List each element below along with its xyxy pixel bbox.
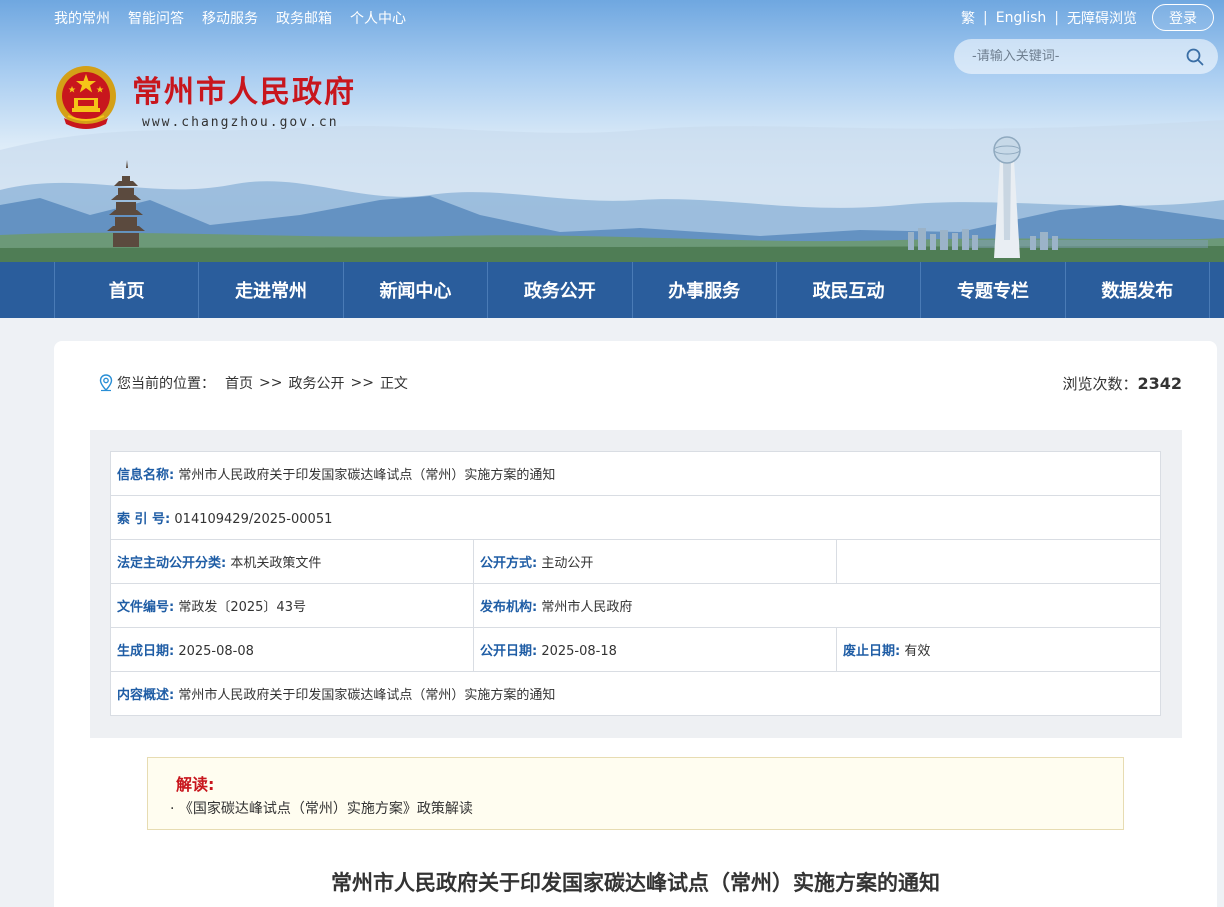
separator: | bbox=[1054, 10, 1059, 26]
accessible-browsing-link[interactable]: 无障碍浏览 bbox=[1067, 8, 1137, 28]
info-summary-value: 常州市人民政府关于印发国家碳达峰试点（常州）实施方案的通知 bbox=[178, 688, 556, 703]
top-link-personal-center[interactable]: 个人中心 bbox=[350, 8, 406, 28]
search-icon[interactable] bbox=[1186, 48, 1204, 66]
top-link-mobile-service[interactable]: 移动服务 bbox=[202, 8, 258, 28]
info-expiry-label: 废止日期: bbox=[843, 644, 901, 659]
info-index-label: 索 引 号: bbox=[117, 512, 171, 527]
nav-item-gov-affairs[interactable]: 政务公开 bbox=[487, 262, 631, 318]
info-doc-no-value: 常政发〔2025〕43号 bbox=[178, 600, 306, 615]
info-created-label: 生成日期: bbox=[117, 644, 175, 659]
info-doc-no-label: 文件编号: bbox=[117, 600, 175, 615]
interpretation-link[interactable]: · 《国家碳达峰试点（常州）实施方案》政策解读 bbox=[170, 798, 473, 818]
breadcrumb-separator: >> bbox=[259, 375, 283, 391]
interpretation-title: 解读: bbox=[176, 775, 215, 794]
breadcrumb-gov-affairs[interactable]: 政务公开 bbox=[288, 373, 344, 393]
table-row: 信息名称: 常州市人民政府关于印发国家碳达峰试点（常州）实施方案的通知 bbox=[110, 451, 1161, 496]
nav-item-about-changzhou[interactable]: 走进常州 bbox=[198, 262, 342, 318]
info-open-mode-label: 公开方式: bbox=[480, 556, 538, 571]
search-box bbox=[954, 39, 1218, 74]
info-published-label: 公开日期: bbox=[480, 644, 538, 659]
table-row: 法定主动公开分类: 本机关政策文件 公开方式: 主动公开 bbox=[110, 539, 1161, 584]
nav-item-interaction[interactable]: 政民互动 bbox=[775, 262, 920, 318]
info-published-value: 2025-08-18 bbox=[541, 644, 617, 659]
top-link-gov-mailbox[interactable]: 政务邮箱 bbox=[276, 8, 332, 28]
interpretation-box: 解读: · 《国家碳达峰试点（常州）实施方案》政策解读 bbox=[147, 757, 1124, 830]
breadcrumb-home[interactable]: 首页 bbox=[225, 373, 253, 393]
table-row: 内容概述: 常州市人民政府关于印发国家碳达峰试点（常州）实施方案的通知 bbox=[110, 671, 1161, 716]
info-category-label: 法定主动公开分类: bbox=[117, 556, 227, 571]
traditional-chinese-link[interactable]: 繁 bbox=[961, 8, 975, 28]
info-created-value: 2025-08-08 bbox=[178, 644, 254, 659]
login-button[interactable]: 登录 bbox=[1152, 4, 1214, 31]
site-header: 我的常州 智能问答 移动服务 政务邮箱 个人中心 繁 | English | 无… bbox=[0, 0, 1224, 262]
info-category-value: 本机关政策文件 bbox=[230, 556, 322, 571]
site-logo[interactable]: 常州市人民政府 www.changzhou.gov.cn bbox=[54, 64, 356, 132]
breadcrumb: 您当前的位置： 首页 >> 政务公开 >> 正文 bbox=[98, 373, 408, 393]
info-index-value: 014109429/2025-00051 bbox=[174, 512, 333, 527]
document-info-box: 信息名称: 常州市人民政府关于印发国家碳达峰试点（常州）实施方案的通知 索 引 … bbox=[90, 430, 1182, 738]
separator: | bbox=[983, 10, 988, 26]
content-panel: 您当前的位置： 首页 >> 政务公开 >> 正文 浏览次数：2342 信息名称:… bbox=[54, 341, 1217, 907]
top-right-links: 繁 | English | 无障碍浏览 bbox=[961, 8, 1137, 28]
nav-item-home[interactable]: 首页 bbox=[54, 262, 198, 318]
national-emblem-icon bbox=[56, 66, 116, 129]
table-row: 文件编号: 常政发〔2025〕43号 发布机构: 常州市人民政府 bbox=[110, 583, 1161, 628]
top-link-smart-qa[interactable]: 智能问答 bbox=[128, 8, 184, 28]
table-row: 生成日期: 2025-08-08 公开日期: 2025-08-18 废止日期: … bbox=[110, 627, 1161, 672]
site-domain: www.changzhou.gov.cn bbox=[142, 114, 339, 130]
location-pin-icon bbox=[99, 374, 113, 392]
english-link[interactable]: English bbox=[996, 10, 1047, 26]
document-title: 常州市人民政府关于印发国家碳达峰试点（常州）实施方案的通知 bbox=[331, 870, 940, 895]
view-count-label: 浏览次数： bbox=[1062, 375, 1138, 393]
info-expiry-value: 有效 bbox=[904, 644, 931, 659]
site-name: 常州市人民政府 bbox=[132, 74, 356, 110]
info-summary-label: 内容概述: bbox=[117, 688, 175, 703]
nav-item-special-topics[interactable]: 专题专栏 bbox=[920, 262, 1064, 318]
info-name-label: 信息名称: bbox=[117, 468, 175, 483]
breadcrumb-prefix: 您当前的位置： bbox=[117, 376, 215, 392]
search-input[interactable] bbox=[972, 49, 1172, 64]
nav-item-news-center[interactable]: 新闻中心 bbox=[342, 262, 487, 318]
main-nav: 首页 走进常州 新闻中心 政务公开 办事服务 政民互动 专题专栏 数据发布 bbox=[0, 262, 1224, 318]
top-link-my-changzhou[interactable]: 我的常州 bbox=[54, 8, 110, 28]
view-count: 浏览次数：2342 bbox=[1062, 373, 1182, 394]
nav-item-services[interactable]: 办事服务 bbox=[631, 262, 776, 318]
table-row: 索 引 号: 014109429/2025-00051 bbox=[110, 495, 1161, 540]
info-name-value: 常州市人民政府关于印发国家碳达峰试点（常州）实施方案的通知 bbox=[178, 468, 556, 483]
breadcrumb-separator: >> bbox=[350, 375, 374, 391]
info-publisher-label: 发布机构: bbox=[480, 600, 538, 615]
document-info-table: 信息名称: 常州市人民政府关于印发国家碳达峰试点（常州）实施方案的通知 索 引 … bbox=[110, 451, 1161, 716]
info-open-mode-value: 主动公开 bbox=[541, 556, 594, 571]
view-count-value: 2342 bbox=[1137, 374, 1182, 393]
info-publisher-value: 常州市人民政府 bbox=[541, 600, 633, 615]
nav-item-data-release[interactable]: 数据发布 bbox=[1064, 262, 1210, 318]
breadcrumb-current: 正文 bbox=[379, 376, 408, 392]
top-utility-links: 我的常州 智能问答 移动服务 政务邮箱 个人中心 bbox=[54, 8, 406, 28]
